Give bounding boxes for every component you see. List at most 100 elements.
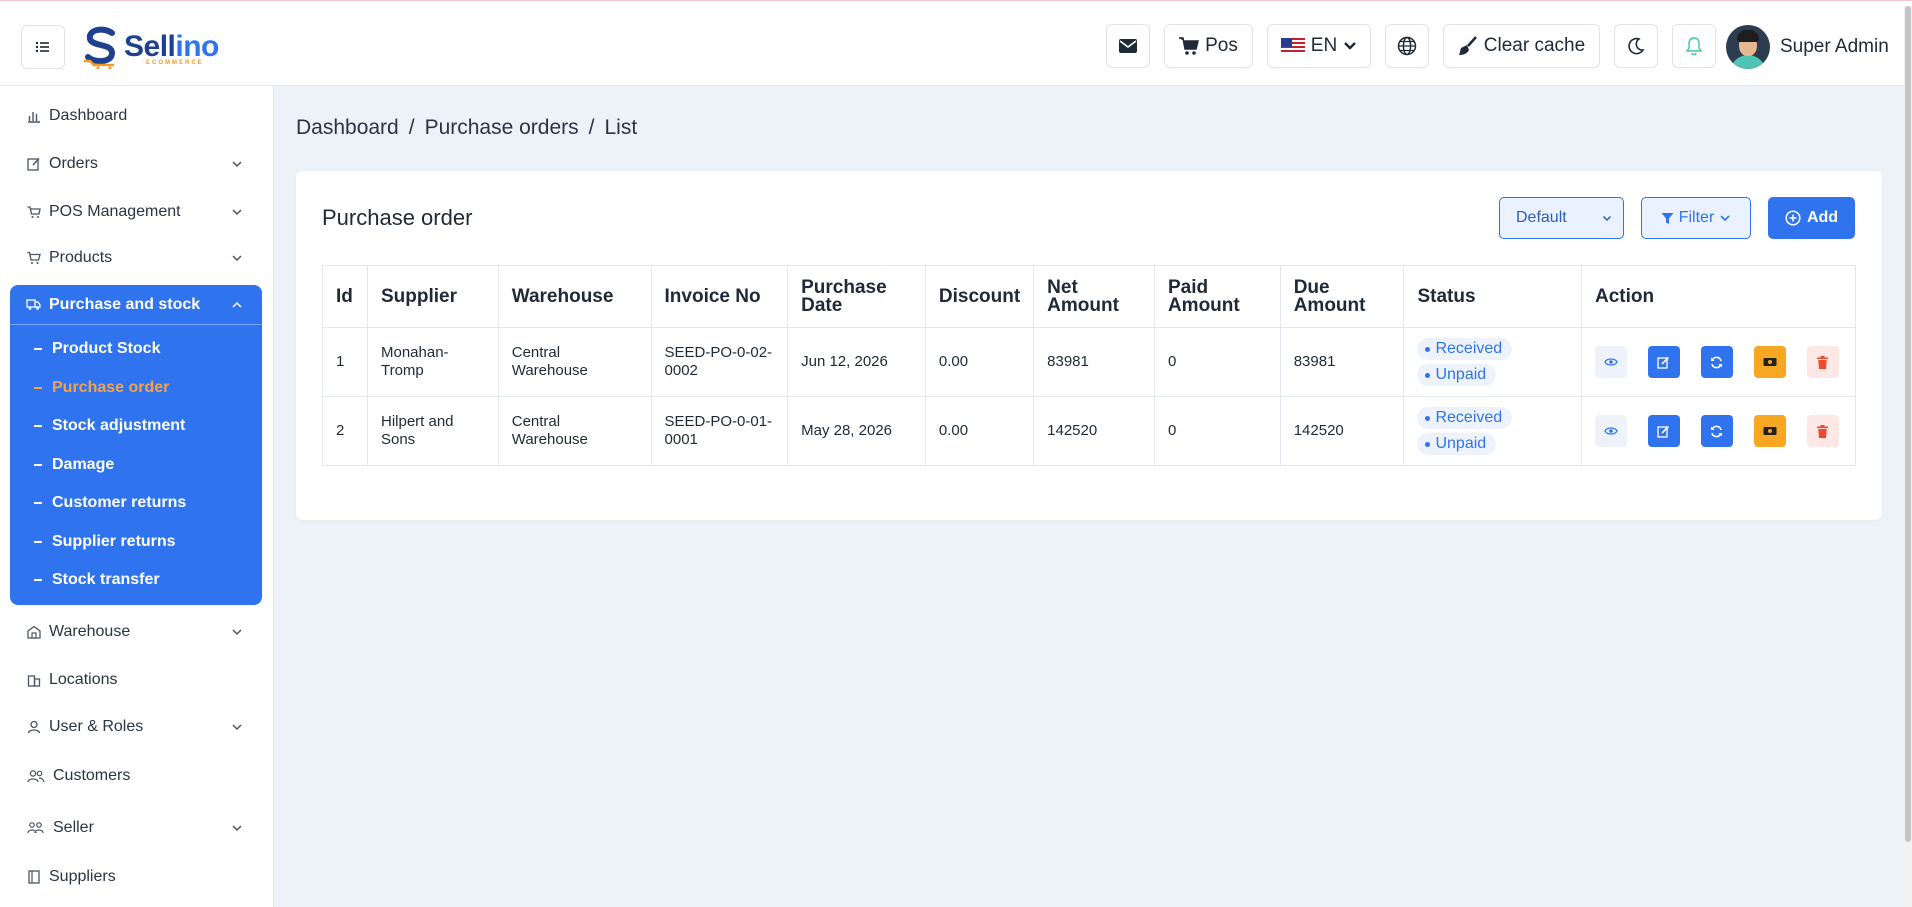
view-select[interactable]: Default bbox=[1499, 197, 1624, 239]
sidebar-item-label: User & Roles bbox=[49, 718, 144, 735]
column-header-due-amount[interactable]: Due Amount bbox=[1279, 265, 1405, 328]
mail-button[interactable] bbox=[1106, 24, 1150, 68]
view-button[interactable] bbox=[1594, 415, 1627, 447]
chevron-down-icon bbox=[1720, 215, 1730, 222]
cell-due-amount: 83981 bbox=[1279, 327, 1405, 397]
sync-button[interactable] bbox=[1700, 346, 1733, 378]
dark-mode-toggle[interactable] bbox=[1614, 24, 1658, 68]
sidebar-item-customers[interactable]: Customers bbox=[10, 756, 262, 796]
payment-button[interactable] bbox=[1753, 346, 1786, 378]
sidebar-item-user-roles[interactable]: User & Roles bbox=[10, 707, 262, 747]
cell-net-amount: 83981 bbox=[1033, 327, 1155, 397]
filter-label: Filter bbox=[1678, 209, 1715, 226]
add-button[interactable]: Add bbox=[1768, 197, 1855, 239]
column-header-discount[interactable]: Discount bbox=[924, 265, 1035, 328]
cell-supplier: Hilpert and Sons bbox=[366, 396, 499, 466]
edit-icon bbox=[1657, 425, 1670, 438]
sidebar-subitem-label: Stock adjustment bbox=[52, 417, 186, 434]
sidebar-subitem-label: Purchase order bbox=[52, 379, 170, 396]
column-header-purchase-date[interactable]: Purchase Date bbox=[787, 265, 926, 328]
column-header-invoice-no[interactable]: Invoice No bbox=[650, 265, 789, 328]
sidebar-subitem-label: Stock transfer bbox=[52, 571, 160, 588]
chevron-down-icon bbox=[232, 724, 242, 731]
column-header-status[interactable]: Status bbox=[1403, 265, 1582, 328]
cash-icon bbox=[1763, 427, 1777, 435]
delete-button[interactable] bbox=[1806, 346, 1839, 378]
eye-icon bbox=[1604, 358, 1618, 366]
view-select-value: Default bbox=[1516, 209, 1567, 226]
language-selector[interactable]: EN bbox=[1267, 24, 1371, 68]
sidebar-item-pos-management[interactable]: POS Management bbox=[10, 192, 262, 232]
edit-icon bbox=[26, 156, 42, 172]
sidebar-subitem-stock-adjustment[interactable]: Stock adjustment bbox=[34, 411, 185, 441]
sidebar-item-label: Orders bbox=[49, 155, 98, 172]
edit-button[interactable] bbox=[1647, 415, 1680, 447]
sidebar-subitem-product-stock[interactable]: Product Stock bbox=[34, 334, 160, 364]
cell-date: Jun 12, 2026 bbox=[787, 327, 926, 397]
sidebar-item-label: Customers bbox=[53, 767, 131, 784]
funnel-icon bbox=[1661, 212, 1674, 224]
sidebar-item-label: Warehouse bbox=[49, 623, 131, 640]
column-header-net-amount[interactable]: Net Amount bbox=[1033, 265, 1155, 328]
users-icon bbox=[26, 768, 46, 784]
column-header-warehouse[interactable]: Warehouse bbox=[497, 265, 652, 328]
logo-subtitle: ECOMMERCE bbox=[146, 60, 204, 66]
cell-date: May 28, 2026 bbox=[787, 396, 926, 466]
logo-mark-icon bbox=[84, 26, 116, 69]
envelope-icon bbox=[1119, 39, 1137, 53]
breadcrumb-current: List bbox=[604, 116, 638, 139]
column-header-paid-amount[interactable]: Paid Amount bbox=[1153, 265, 1281, 328]
sellino-logo[interactable]: Sellino ECOMMERCE bbox=[82, 24, 219, 70]
list-icon bbox=[35, 41, 49, 53]
breadcrumb-dashboard[interactable]: Dashboard bbox=[296, 116, 399, 140]
column-header-id[interactable]: Id bbox=[322, 265, 368, 328]
sidebar-subitem-damage[interactable]: Damage bbox=[34, 450, 114, 480]
breadcrumb-purchase-orders[interactable]: Purchase orders bbox=[425, 116, 579, 140]
website-button[interactable] bbox=[1385, 24, 1429, 68]
clear-cache-label: Clear cache bbox=[1483, 35, 1586, 56]
cell-discount: 0.00 bbox=[924, 396, 1035, 466]
sidebar-subitem-label: Supplier returns bbox=[52, 533, 176, 550]
page-scrollbar[interactable] bbox=[1904, 6, 1912, 907]
chevron-up-icon bbox=[232, 301, 242, 308]
clear-cache-button[interactable]: Clear cache bbox=[1443, 24, 1600, 68]
cell-supplier: Monahan-Tromp bbox=[366, 327, 499, 397]
breadcrumb-separator: / bbox=[588, 116, 595, 139]
breadcrumb-separator: / bbox=[408, 116, 415, 139]
sidebar-subitem-purchase-order[interactable]: Purchase order bbox=[34, 373, 169, 403]
view-button[interactable] bbox=[1594, 346, 1627, 378]
sync-button[interactable] bbox=[1700, 415, 1733, 447]
sidebar-item-products[interactable]: Products bbox=[10, 238, 262, 278]
sidebar-item-suppliers[interactable]: Suppliers bbox=[10, 857, 262, 897]
status-badge-unpaid: Unpaid bbox=[1417, 433, 1497, 455]
cell-actions bbox=[1580, 396, 1857, 466]
user-menu[interactable]: Super Admin bbox=[1726, 24, 1889, 70]
warehouse-icon bbox=[26, 624, 42, 640]
plus-circle-icon bbox=[1785, 210, 1801, 226]
pos-button[interactable]: Pos bbox=[1164, 24, 1253, 68]
sidebar-item-warehouse[interactable]: Warehouse bbox=[10, 612, 262, 652]
sidebar-subitem-supplier-returns[interactable]: Supplier returns bbox=[34, 527, 176, 557]
notifications-button[interactable] bbox=[1672, 24, 1716, 68]
sidebar-item-dashboard[interactable]: Dashboard bbox=[10, 96, 262, 136]
cell-due-amount: 142520 bbox=[1279, 396, 1405, 466]
sidebar-subitem-customer-returns[interactable]: Customer returns bbox=[34, 488, 186, 518]
delete-button[interactable] bbox=[1806, 415, 1839, 447]
sidebar-item-purchase-and-stock[interactable]: Purchase and stock bbox=[10, 285, 262, 325]
scrollbar-thumb[interactable] bbox=[1905, 6, 1911, 842]
filter-button[interactable]: Filter bbox=[1641, 197, 1751, 239]
sidebar-item-locations[interactable]: Locations bbox=[10, 660, 262, 700]
cell-warehouse: Central Warehouse bbox=[497, 396, 652, 466]
sidebar-item-orders[interactable]: Orders bbox=[10, 144, 262, 184]
sidebar-subitem-stock-transfer[interactable]: Stock transfer bbox=[34, 565, 160, 595]
chevron-down-icon bbox=[232, 629, 242, 636]
cart-icon bbox=[1179, 37, 1200, 55]
column-header-supplier[interactable]: Supplier bbox=[366, 265, 499, 328]
edit-button[interactable] bbox=[1647, 346, 1680, 378]
menu-toggle-button[interactable] bbox=[21, 25, 65, 69]
globe-icon bbox=[1397, 36, 1417, 56]
payment-button[interactable] bbox=[1753, 415, 1786, 447]
table-row: 1 Monahan-Tromp Central Warehouse SEED-P… bbox=[322, 327, 1857, 397]
sidebar-item-seller[interactable]: Seller bbox=[10, 808, 262, 848]
sidebar-group-purchase-and-stock: Purchase and stock Product Stock Purchas… bbox=[10, 285, 262, 605]
